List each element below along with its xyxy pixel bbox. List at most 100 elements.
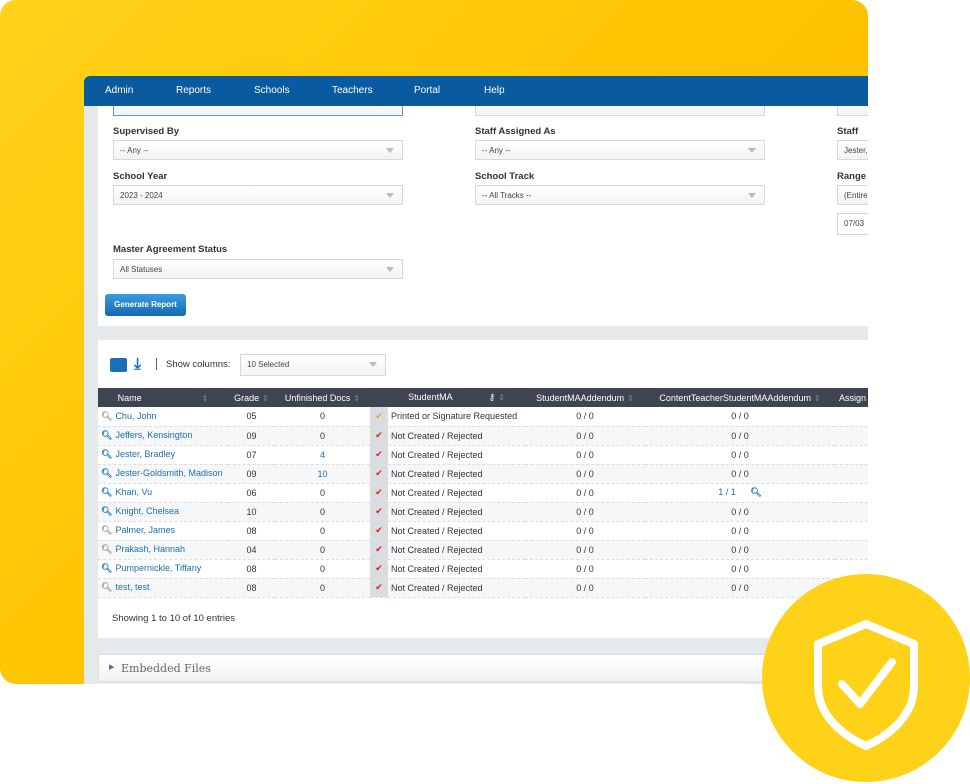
- table-row: 🔍︎ Khan, Vu 06 0 ✔ Not Created / Rejected…: [98, 483, 868, 503]
- sort-icon[interactable]: ⇕: [627, 394, 634, 403]
- key-icon[interactable]: ⚷: [489, 392, 496, 402]
- nav-teachers[interactable]: Teachers: [332, 85, 373, 96]
- search-icon[interactable]: 🔍︎: [101, 582, 112, 593]
- value: 0 / 0: [731, 544, 749, 555]
- chevron-down-icon: [748, 148, 756, 153]
- value: 2023 - 2024: [120, 191, 163, 200]
- staff-assigned-select[interactable]: -- Any --: [475, 140, 765, 160]
- student-name[interactable]: 🔍︎ Palmer, James: [98, 521, 228, 541]
- download-icon[interactable]: ⤓: [134, 356, 141, 374]
- student-ma-status: Not Created / Rejected: [388, 445, 525, 465]
- report-table: Name ⇕ Grade ⇕ Unfinished Docs ⇕ StudentMA ⚷…: [98, 388, 868, 598]
- name-text[interactable]: Pumpernickle, Tiffany: [115, 563, 201, 573]
- search-icon[interactable]: 🔍︎: [101, 468, 112, 479]
- school-track-select[interactable]: -- All Tracks --: [475, 185, 765, 205]
- generate-report-button[interactable]: Generate Report: [105, 294, 186, 316]
- name-text[interactable]: Jester-Goldsmith, Madison: [115, 468, 222, 478]
- col-studentma[interactable]: StudentMA ⚷ ⇕: [388, 388, 525, 407]
- student-name[interactable]: 🔍︎ Knight, Chelsea: [98, 502, 228, 522]
- student-name[interactable]: 🔍︎ Jester, Bradley: [98, 445, 228, 465]
- nav-help[interactable]: Help: [484, 85, 505, 96]
- grade: 08: [228, 559, 275, 579]
- col-name[interactable]: Name ⇕: [98, 388, 228, 407]
- col-content-addendum[interactable]: ContentTeacherStudentMAAddendum ⇕: [645, 388, 835, 407]
- check-icon: ✔: [370, 483, 388, 503]
- table-row: 🔍︎ test, test 08 0 ✔ Not Created / Reject…: [98, 578, 868, 598]
- embedded-files-panel[interactable]: ▶ Embedded Files: [98, 654, 868, 682]
- table-row: 🔍︎ Jeffers, Kensington 09 0 ✔ Not Created…: [98, 426, 868, 446]
- search-icon[interactable]: 🔍︎: [750, 487, 761, 497]
- range-date-input[interactable]: 07/03: [837, 213, 868, 235]
- search-icon[interactable]: 🔍︎: [101, 525, 112, 536]
- name-text[interactable]: Jester, Bradley: [115, 449, 175, 459]
- search-icon[interactable]: 🔍︎: [101, 544, 112, 555]
- sort-icon[interactable]: ⇕: [202, 394, 209, 403]
- student-ma-status: Not Created / Rejected: [388, 502, 525, 522]
- name-text[interactable]: Chu, John: [115, 411, 156, 421]
- name-text[interactable]: test, test: [115, 582, 149, 592]
- search-icon[interactable]: 🔍︎: [101, 411, 112, 422]
- nav-portal[interactable]: Portal: [414, 85, 440, 96]
- grade: 04: [228, 540, 275, 560]
- student-name[interactable]: 🔍︎ Jester-Goldsmith, Madison: [98, 464, 228, 484]
- sort-icon[interactable]: ⇕: [498, 393, 505, 402]
- sort-icon[interactable]: ⇕: [353, 394, 360, 403]
- supervised-by-label: Supervised By: [113, 126, 179, 137]
- supervised-by-select[interactable]: -- Any --: [113, 140, 403, 160]
- ma-status-select[interactable]: All Statuses: [113, 259, 403, 279]
- addendum: 0 / 0: [525, 559, 645, 579]
- name-text[interactable]: Jeffers, Kensington: [115, 430, 192, 440]
- value: 07/03: [844, 219, 865, 228]
- table-row: 🔍︎ Palmer, James 08 0 ✔ Not Created / Rej…: [98, 521, 868, 541]
- student-name[interactable]: 🔍︎ Khan, Vu: [98, 483, 228, 503]
- addendum: 0 / 0: [525, 483, 645, 503]
- value: 0 / 0: [731, 582, 749, 593]
- search-icon[interactable]: 🔍︎: [101, 430, 112, 441]
- chevron-down-icon: [386, 148, 394, 153]
- print-icon[interactable]: [110, 358, 127, 372]
- sort-icon[interactable]: ⇕: [814, 394, 821, 403]
- nav-schools[interactable]: Schools: [254, 85, 290, 96]
- name-text[interactable]: Prakash, Hannah: [115, 544, 185, 554]
- nav-reports[interactable]: Reports: [176, 85, 211, 96]
- addendum: 0 / 0: [525, 445, 645, 465]
- check-icon: ✔: [370, 502, 388, 522]
- assign: [835, 521, 868, 541]
- content-addendum: 0 / 0: [645, 502, 835, 522]
- student-name[interactable]: 🔍︎ Prakash, Hannah: [98, 540, 228, 560]
- addendum: 0 / 0: [525, 426, 645, 446]
- nav-admin[interactable]: Admin: [105, 85, 133, 96]
- name-text[interactable]: Palmer, James: [115, 525, 175, 535]
- col-grade[interactable]: Grade ⇕: [228, 388, 275, 407]
- check-icon: ✔: [370, 445, 388, 465]
- unfinished-docs[interactable]: 4: [275, 445, 370, 465]
- check-icon: ✔: [370, 521, 388, 541]
- unfinished-docs: 0: [275, 578, 370, 598]
- value: Jester,: [844, 146, 868, 155]
- staff-select[interactable]: Jester,: [837, 140, 868, 160]
- range-label: Range: [837, 171, 867, 182]
- student-name[interactable]: 🔍︎ Jeffers, Kensington: [98, 426, 228, 446]
- search-icon[interactable]: 🔍︎: [101, 449, 112, 460]
- school-year-select[interactable]: 2023 - 2024: [113, 185, 403, 205]
- name-text[interactable]: Knight, Chelsea: [115, 506, 179, 516]
- range-select[interactable]: (Entire: [837, 185, 868, 205]
- unfinished-docs[interactable]: 10: [275, 464, 370, 484]
- search-icon[interactable]: 🔍︎: [101, 563, 112, 574]
- caret-right-icon: ▶: [109, 664, 115, 671]
- table-row: 🔍︎ Chu, John 05 0 ✔ Printed or Signature …: [98, 407, 868, 427]
- student-name[interactable]: 🔍︎ Pumpernickle, Tiffany: [98, 559, 228, 579]
- search-icon[interactable]: 🔍︎: [101, 487, 112, 498]
- student-name[interactable]: 🔍︎ Chu, John: [98, 407, 228, 427]
- value: 0 / 0: [731, 506, 749, 517]
- sort-icon[interactable]: ⇕: [262, 394, 269, 403]
- student-name[interactable]: 🔍︎ test, test: [98, 578, 228, 598]
- col-addendum[interactable]: StudentMAAddendum ⇕: [525, 388, 645, 407]
- value: -- Any --: [120, 146, 149, 155]
- show-columns-select[interactable]: 10 Selected: [240, 354, 386, 376]
- col-assign[interactable]: Assign: [835, 388, 868, 407]
- search-icon[interactable]: 🔍︎: [101, 506, 112, 517]
- addendum: 0 / 0: [525, 407, 645, 427]
- name-text[interactable]: Khan, Vu: [115, 487, 152, 497]
- col-docs[interactable]: Unfinished Docs ⇕: [275, 388, 370, 407]
